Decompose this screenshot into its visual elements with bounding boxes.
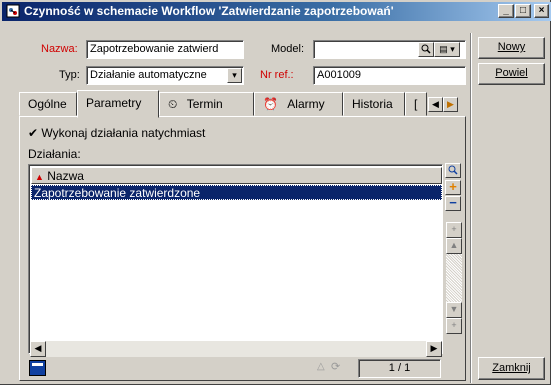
tab-parameters[interactable]: Parametry: [77, 90, 159, 118]
title-bar[interactable]: Czynność w schemacie Workflow 'Zatwierdz…: [2, 2, 551, 21]
model-label: Model:: [271, 43, 305, 55]
magnifier-icon[interactable]: [418, 42, 434, 57]
tab-alarms[interactable]: ⏰ Alarmy: [254, 92, 343, 116]
vertical-scrollbar[interactable]: + ▲ ▼ +: [446, 186, 462, 336]
details-icon: ▤ ▾: [439, 44, 455, 54]
immediate-checkbox-label: Wykonaj działania natychmiast: [41, 126, 206, 140]
actions-label: Działania:: [28, 147, 81, 161]
model-detail-button[interactable]: ▤ ▾: [434, 42, 460, 57]
tab-deadline[interactable]: ⏲ Termin: [159, 92, 254, 116]
table-row[interactable]: Zapotrzebowanie zatwierdzone: [31, 185, 442, 200]
minimize-button[interactable]: _: [498, 4, 514, 18]
magnifier-glyph: [421, 44, 431, 54]
record-counter: 1 / 1: [358, 359, 441, 378]
tab-general-label: Ogólne: [28, 97, 67, 111]
magnifier-icon: [448, 165, 458, 175]
scroll-plus-bottom-icon[interactable]: +: [446, 318, 462, 334]
tab-more-label: [: [414, 97, 418, 111]
horizontal-scrollbar[interactable]: ◀ ▶: [30, 341, 442, 357]
window-title: Czynność w schemacie Workflow 'Zatwierdz…: [24, 4, 394, 18]
tab-deadline-label: Termin: [186, 97, 223, 111]
new-button[interactable]: Nowy: [478, 37, 545, 59]
close-button-label: Zamknij: [492, 362, 531, 374]
tab-alarms-label: Alarmy: [287, 97, 325, 111]
dialog-window: Czynność w schemacie Workflow 'Zatwierdz…: [0, 0, 551, 385]
type-label: Typ:: [59, 69, 80, 81]
close-window-button[interactable]: ×: [534, 4, 549, 18]
scroll-up-icon[interactable]: ▲: [446, 238, 462, 254]
monitor-icon-bar: [32, 363, 43, 366]
immediate-checkbox[interactable]: ✔ Wykonaj działania natychmiast: [28, 126, 205, 140]
navigate-first-icon[interactable]: △: [317, 361, 325, 372]
scroll-down-icon[interactable]: ▼: [446, 302, 462, 318]
alarm-clock-icon: ⏲: [168, 97, 178, 111]
column-header-name[interactable]: ▲ Nazwa: [31, 167, 442, 184]
vertical-divider: [470, 33, 472, 383]
tab-history[interactable]: Historia: [343, 92, 405, 116]
scroll-plus-icon[interactable]: +: [446, 222, 462, 238]
name-field[interactable]: Zapotrzebowanie zatwierd: [86, 40, 244, 59]
scroll-track[interactable]: [446, 254, 462, 302]
maximize-button[interactable]: □: [515, 4, 531, 18]
tab-history-label: Historia: [352, 97, 393, 111]
close-button[interactable]: Zamknij: [478, 357, 545, 380]
row-name: Zapotrzebowanie zatwierdzone: [34, 186, 201, 200]
monitor-icon[interactable]: [29, 360, 46, 376]
column-header-label: Nazwa: [47, 169, 84, 183]
tab-more[interactable]: [: [405, 92, 427, 116]
scroll-right-icon[interactable]: ▶: [426, 341, 442, 357]
type-select-value: Działanie automatyczne: [90, 69, 207, 81]
tab-scroll-right-icon[interactable]: ▶: [443, 97, 458, 112]
actions-list[interactable]: ▲ Nazwa Zapotrzebowanie zatwierdzone: [28, 164, 443, 354]
new-button-label: Nowy: [497, 41, 526, 53]
ref-field[interactable]: A001009: [313, 66, 466, 85]
duplicate-button[interactable]: Powiel: [478, 63, 545, 85]
ref-label: Nr ref.:: [260, 69, 294, 81]
sort-arrow-icon: ▲: [35, 172, 44, 182]
status-bar: △ ⟳ 1 / 1: [28, 359, 443, 378]
type-select[interactable]: Działanie automatyczne: [86, 66, 244, 85]
name-label: Nazwa:: [41, 43, 78, 55]
tab-scroll-left-icon[interactable]: ◀: [428, 97, 443, 112]
refresh-icon[interactable]: ⟳: [331, 360, 340, 373]
duplicate-button-label: Powiel: [495, 67, 528, 79]
checkmark-icon: ✔: [28, 126, 39, 140]
tab-general[interactable]: Ogólne: [19, 92, 77, 116]
tab-parameters-label: Parametry: [86, 96, 142, 110]
scroll-left-icon[interactable]: ◀: [30, 341, 46, 357]
list-search-button[interactable]: [445, 163, 461, 178]
workflow-icon: [6, 4, 20, 18]
alarm-icon: ⏰: [263, 97, 278, 111]
chevron-down-icon[interactable]: ▾: [227, 68, 242, 83]
